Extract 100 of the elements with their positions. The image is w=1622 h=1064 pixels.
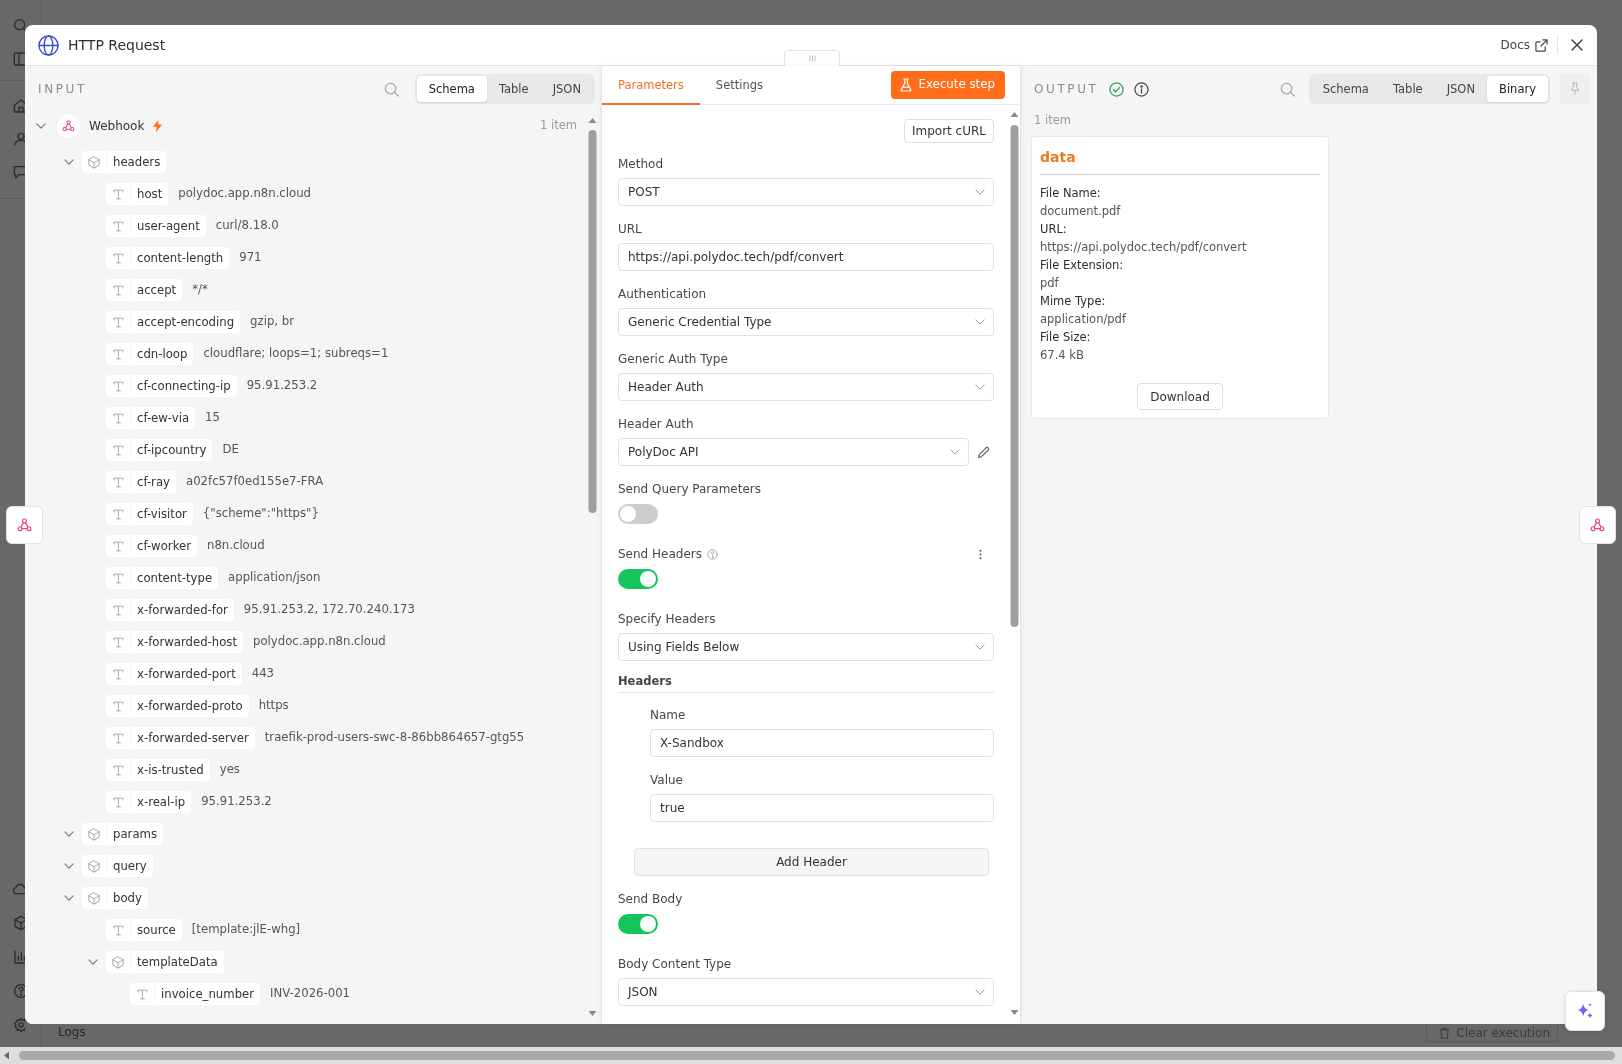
webhook-icon xyxy=(57,114,80,138)
toggle-switch[interactable] xyxy=(618,569,658,589)
field-key: host xyxy=(131,183,169,205)
view-tab[interactable]: Table xyxy=(1380,76,1435,102)
text-type-icon xyxy=(106,791,130,813)
field-value: 95.91.253.2 xyxy=(201,793,272,811)
select-field[interactable]: Generic Credential Type xyxy=(618,308,994,336)
view-tab[interactable]: JSON xyxy=(1434,76,1488,102)
field-value: polydoc.app.n8n.cloud xyxy=(178,185,311,203)
cube-icon xyxy=(82,855,106,877)
view-tab[interactable]: Schema xyxy=(1310,76,1381,102)
text-type-icon xyxy=(106,471,130,493)
property-label: URL: xyxy=(1040,221,1068,238)
chevron-down-icon xyxy=(950,449,960,455)
field-label: URL xyxy=(618,221,642,237)
kebab-menu-icon[interactable] xyxy=(979,548,982,560)
field-key: x-forwarded-for xyxy=(131,599,234,621)
field-value: gzip, br xyxy=(250,313,294,331)
panel-title: INPUT xyxy=(38,81,87,98)
field-key: content-length xyxy=(131,247,230,269)
view-tab[interactable]: Schema xyxy=(416,76,487,102)
home-icon xyxy=(13,98,25,114)
property-value: document.pdf xyxy=(1040,203,1122,220)
text-input[interactable]: X-Sandbox xyxy=(650,729,994,757)
search-icon[interactable] xyxy=(1279,81,1295,97)
field-value: */* xyxy=(192,281,208,299)
import-curl-button[interactable]: Import cURL xyxy=(903,119,994,143)
gear-icon xyxy=(13,1017,25,1033)
field-key: cf-ray xyxy=(131,471,176,493)
node-button[interactable] xyxy=(6,506,43,544)
text-type-icon xyxy=(106,247,130,269)
text-input[interactable]: true xyxy=(650,794,994,822)
field-key: body xyxy=(107,887,148,909)
chevron-down-icon[interactable] xyxy=(88,959,98,965)
field-value: application/json xyxy=(228,569,321,587)
field-value: [template:jlE-whg] xyxy=(191,921,301,939)
field-value: a02fc57f0ed155e7-FRA xyxy=(186,473,324,491)
toggle-switch[interactable] xyxy=(618,504,658,524)
field-key: user-agent xyxy=(131,215,206,237)
card-title: data xyxy=(1040,147,1320,175)
field-value: https xyxy=(258,697,289,715)
assistant-button[interactable] xyxy=(1565,991,1605,1031)
view-tab[interactable]: Table xyxy=(486,76,541,102)
field-label: Send Query Parameters xyxy=(618,481,761,497)
text-type-icon xyxy=(106,663,130,685)
text-type-icon xyxy=(106,535,130,557)
field-value: yes xyxy=(219,761,240,779)
info-icon[interactable] xyxy=(1133,81,1149,97)
text-input[interactable]: https://api.polydoc.tech/pdf/convert xyxy=(618,243,994,271)
add-header-button[interactable]: Add Header xyxy=(634,848,989,876)
field-key: accept xyxy=(131,279,183,301)
field-value: 15 xyxy=(205,409,220,427)
select-field[interactable]: Header Auth xyxy=(618,373,994,401)
field-label: Specify Headers xyxy=(618,611,716,627)
pencil-icon[interactable] xyxy=(977,445,990,459)
field-value: curl/8.18.0 xyxy=(215,217,279,235)
scrollbar[interactable] xyxy=(0,1047,1622,1064)
chevron-down-icon[interactable] xyxy=(64,895,74,901)
search-icon[interactable] xyxy=(383,81,399,97)
panel-title: OUTPUT xyxy=(1034,81,1099,98)
chevron-down-icon[interactable] xyxy=(36,123,46,129)
field-value: DE xyxy=(222,441,239,459)
drag-handle[interactable] xyxy=(784,50,840,66)
field-key: x-forwarded-proto xyxy=(131,695,249,717)
view-tab[interactable]: Binary xyxy=(1487,76,1548,102)
cube-icon xyxy=(13,915,25,931)
tab[interactable]: Settings xyxy=(699,66,779,105)
select-field[interactable]: Using Fields Below xyxy=(618,633,994,661)
text-type-icon xyxy=(106,567,130,589)
cube-icon xyxy=(106,951,130,973)
node-name: Webhook xyxy=(89,118,145,135)
chevron-down-icon[interactable] xyxy=(64,831,74,837)
download-button[interactable]: Download xyxy=(1137,383,1223,410)
field-key: x-forwarded-server xyxy=(131,727,255,749)
close-icon[interactable] xyxy=(1571,39,1583,51)
node-button[interactable] xyxy=(1579,506,1616,544)
field-key: x-forwarded-host xyxy=(131,631,243,653)
logs-title: Logs xyxy=(58,1025,86,1039)
grip-icon xyxy=(808,55,816,62)
view-tab[interactable]: JSON xyxy=(540,76,593,102)
text-type-icon xyxy=(106,695,130,717)
webhook-icon xyxy=(17,518,32,532)
external-link-icon xyxy=(1535,38,1548,52)
docs-link[interactable]: Docs xyxy=(1500,36,1548,54)
select-field[interactable]: POST xyxy=(618,178,994,206)
chevron-down-icon[interactable] xyxy=(64,863,74,869)
property-label: File Extension: xyxy=(1040,257,1125,274)
field-key: headers xyxy=(107,151,167,173)
field-key: x-real-ip xyxy=(131,791,192,813)
text-type-icon xyxy=(106,343,130,365)
sparkle-icon xyxy=(1576,1002,1594,1020)
select-field[interactable]: PolyDoc API xyxy=(618,438,969,466)
field-label: Generic Auth Type xyxy=(618,351,728,367)
field-value: 95.91.253.2, 172.70.240.173 xyxy=(243,601,415,619)
toggle-switch[interactable] xyxy=(618,914,658,934)
text-type-icon xyxy=(106,631,130,653)
pin-icon xyxy=(1570,82,1580,96)
chevron-down-icon[interactable] xyxy=(64,159,74,165)
field-key: cf-connecting-ip xyxy=(131,375,237,397)
select-field[interactable]: JSON xyxy=(618,978,994,1006)
